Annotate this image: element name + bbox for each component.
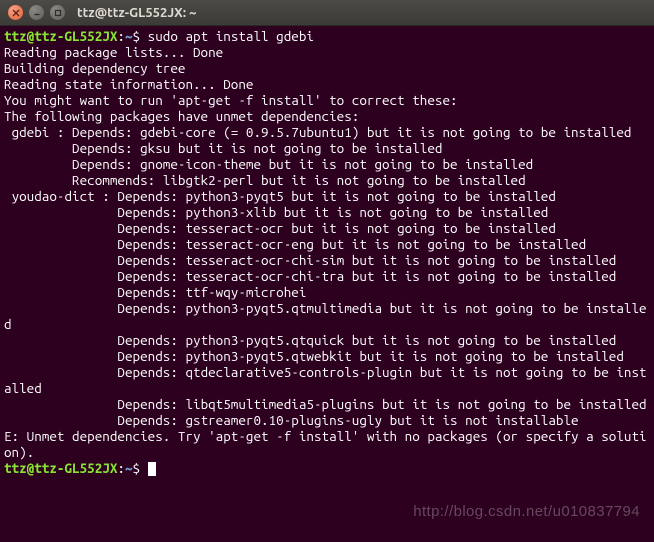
output-line: Reading state information... Done — [4, 76, 253, 92]
close-icon[interactable] — [8, 5, 23, 20]
output-line: Depends: qtdeclarative5-controls-plugin … — [4, 364, 647, 396]
prompt-user-host: ttz@ttz-GL552JX — [4, 28, 117, 44]
minimize-icon[interactable] — [29, 5, 44, 20]
prompt-sep: : — [117, 460, 125, 476]
output-line: Depends: gstreamer0.10-plugins-ugly but … — [4, 412, 579, 428]
terminal-area[interactable]: ttz@ttz-GL552JX:~$ sudo apt install gdeb… — [0, 26, 654, 478]
output-line: youdao-dict : Depends: python3-pyqt5 but… — [4, 188, 556, 204]
output-line: Depends: gksu but it is not going to be … — [4, 140, 443, 156]
output-line: Depends: tesseract-ocr-chi-tra but it is… — [4, 268, 616, 284]
prompt-path: ~ — [125, 460, 133, 476]
output-line: You might want to run 'apt-get -f instal… — [4, 92, 458, 108]
prompt-user-host: ttz@ttz-GL552JX — [4, 460, 117, 476]
prompt-dollar: $ — [133, 460, 148, 476]
window-controls — [8, 5, 65, 20]
cursor — [148, 462, 156, 476]
output-line: The following packages have unmet depend… — [4, 108, 359, 124]
watermark-text: http://blog.csdn.net/u010837794 — [413, 503, 640, 520]
window-title: ttz@ttz-GL552JX: ~ — [77, 6, 196, 20]
output-line: E: Unmet dependencies. Try 'apt-get -f i… — [4, 428, 647, 460]
window-title-bar: ttz@ttz-GL552JX: ~ — [0, 0, 654, 26]
output-line: Depends: python3-pyqt5.qtmultimedia but … — [4, 300, 647, 332]
maximize-icon[interactable] — [50, 5, 65, 20]
output-line: gdebi : Depends: gdebi-core (= 0.9.5.7ub… — [4, 124, 631, 140]
output-line: Recommends: libgtk2-perl but it is not g… — [4, 172, 526, 188]
prompt-sep: : — [117, 28, 125, 44]
command-text: sudo apt install gdebi — [148, 28, 314, 44]
output-line: Building dependency tree — [4, 60, 185, 76]
output-line: Depends: gnome-icon-theme but it is not … — [4, 156, 533, 172]
output-line: Depends: libqt5multimedia5-plugins but i… — [4, 396, 647, 412]
output-line: Depends: ttf-wqy-microhei — [4, 284, 306, 300]
output-line: Depends: tesseract-ocr-eng but it is not… — [4, 236, 586, 252]
prompt-dollar: $ — [133, 28, 148, 44]
output-line: Depends: python3-xlib but it is not goin… — [4, 204, 548, 220]
output-line: Reading package lists... Done — [4, 44, 223, 60]
output-line: Depends: tesseract-ocr but it is not goi… — [4, 220, 556, 236]
output-line: Depends: python3-pyqt5.qtwebkit but it i… — [4, 348, 624, 364]
output-line: Depends: python3-pyqt5.qtquick but it is… — [4, 332, 616, 348]
prompt-path: ~ — [125, 28, 133, 44]
output-line: Depends: tesseract-ocr-chi-sim but it is… — [4, 252, 616, 268]
